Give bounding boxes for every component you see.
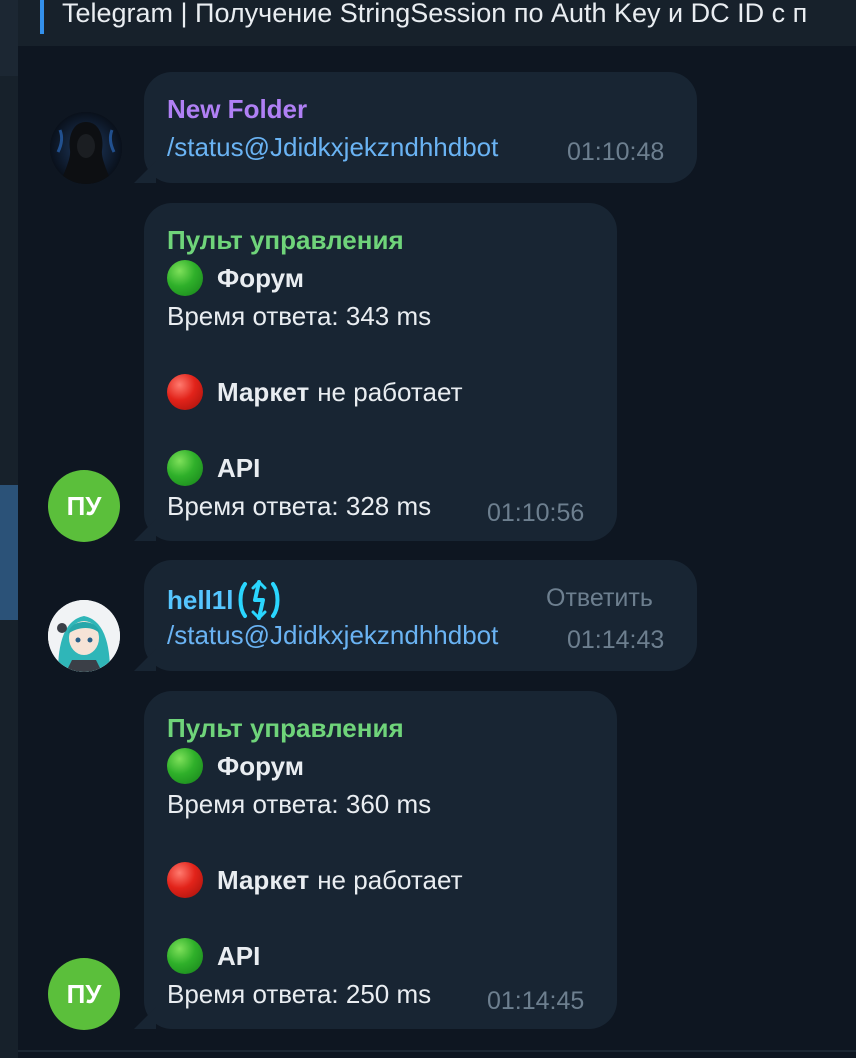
status-line-api: API <box>167 449 463 487</box>
message-time: 01:14:43 <box>567 626 665 654</box>
chat-header[interactable]: Telegram | Получение StringSession по Au… <box>18 0 856 46</box>
message-time: 01:10:48 <box>567 138 665 166</box>
bubble-tail <box>134 161 156 183</box>
response-time: Время ответа: 343 ms <box>167 301 432 331</box>
response-time: Время ответа: 360 ms <box>167 789 432 819</box>
green-circle-icon <box>167 748 203 784</box>
bubble-tail <box>134 1007 156 1029</box>
response-time: Время ответа: 250 ms <box>167 979 432 1009</box>
message-sender[interactable]: New Folder <box>167 90 307 128</box>
anime-character-avatar[interactable] <box>48 600 120 672</box>
message-list[interactable]: New Folder /status@Jdidkxjekzndhhdbot 01… <box>18 46 856 1050</box>
message-time: 01:10:56 <box>487 499 585 527</box>
message-bubble[interactable]: Пульт управления Форум Время ответа: 360… <box>134 691 617 1029</box>
message-bubble[interactable]: hell1l Ответить /status@Jdidkxjekzndhhdb… <box>134 560 697 671</box>
sidebar-active-chat[interactable] <box>0 485 18 620</box>
green-circle-icon <box>167 450 203 486</box>
anime-character-icon <box>48 600 120 672</box>
message-time: 01:14:45 <box>487 987 585 1015</box>
composer-divider <box>18 1050 856 1052</box>
status-line-forum: Форум <box>167 259 463 297</box>
chat-title[interactable]: Telegram | Получение StringSession по Au… <box>62 0 807 29</box>
green-circle-icon <box>167 938 203 974</box>
pinned-accent-bar <box>40 0 44 34</box>
sidebar-header-block <box>0 0 18 76</box>
status-label: Форум <box>217 263 304 293</box>
red-circle-icon <box>167 374 203 410</box>
status-line-market: Маркет не работает <box>167 373 463 411</box>
message-bubble[interactable]: Пульт управления Форум Время ответа: 343… <box>134 203 617 541</box>
message-body: Пульт управления Форум Время ответа: 360… <box>167 709 463 1013</box>
message-sender[interactable]: Пульт управления <box>167 221 463 259</box>
status-suffix: не работает <box>317 377 463 407</box>
status-line-api: API <box>167 937 463 975</box>
bubble-tail <box>134 519 156 541</box>
sender-avatar[interactable]: ПУ <box>48 470 120 542</box>
reply-button[interactable]: Ответить <box>546 584 653 613</box>
bubble-tail <box>134 649 156 671</box>
status-line-forum: Форум <box>167 747 463 785</box>
hooded-figure-icon <box>50 112 122 184</box>
bot-command-link[interactable]: /status@Jdidkxjekzndhhdbot <box>167 128 498 166</box>
status-suffix: не работает <box>317 865 463 895</box>
message-body: Пульт управления Форум Время ответа: 343… <box>167 221 463 525</box>
chat-list-sidebar[interactable] <box>0 0 18 1058</box>
status-line-market: Маркет не работает <box>167 861 463 899</box>
status-label: API <box>217 941 261 971</box>
message-bubble[interactable]: New Folder /status@Jdidkxjekzndhhdbot 01… <box>134 72 697 183</box>
response-time: Время ответа: 328 ms <box>167 491 432 521</box>
status-label: Маркет <box>217 865 310 895</box>
bot-command-link[interactable]: /status@Jdidkxjekzndhhdbot <box>167 616 498 654</box>
status-label: Маркет <box>217 377 310 407</box>
status-label: Форум <box>217 751 304 781</box>
sender-avatar[interactable]: ПУ <box>48 958 120 1030</box>
red-circle-icon <box>167 862 203 898</box>
message-sender[interactable]: hell1l <box>167 581 233 619</box>
green-circle-icon <box>167 260 203 296</box>
hooded-figure-avatar[interactable] <box>50 112 122 184</box>
status-label: API <box>217 453 261 483</box>
message-sender[interactable]: Пульт управления <box>167 709 463 747</box>
